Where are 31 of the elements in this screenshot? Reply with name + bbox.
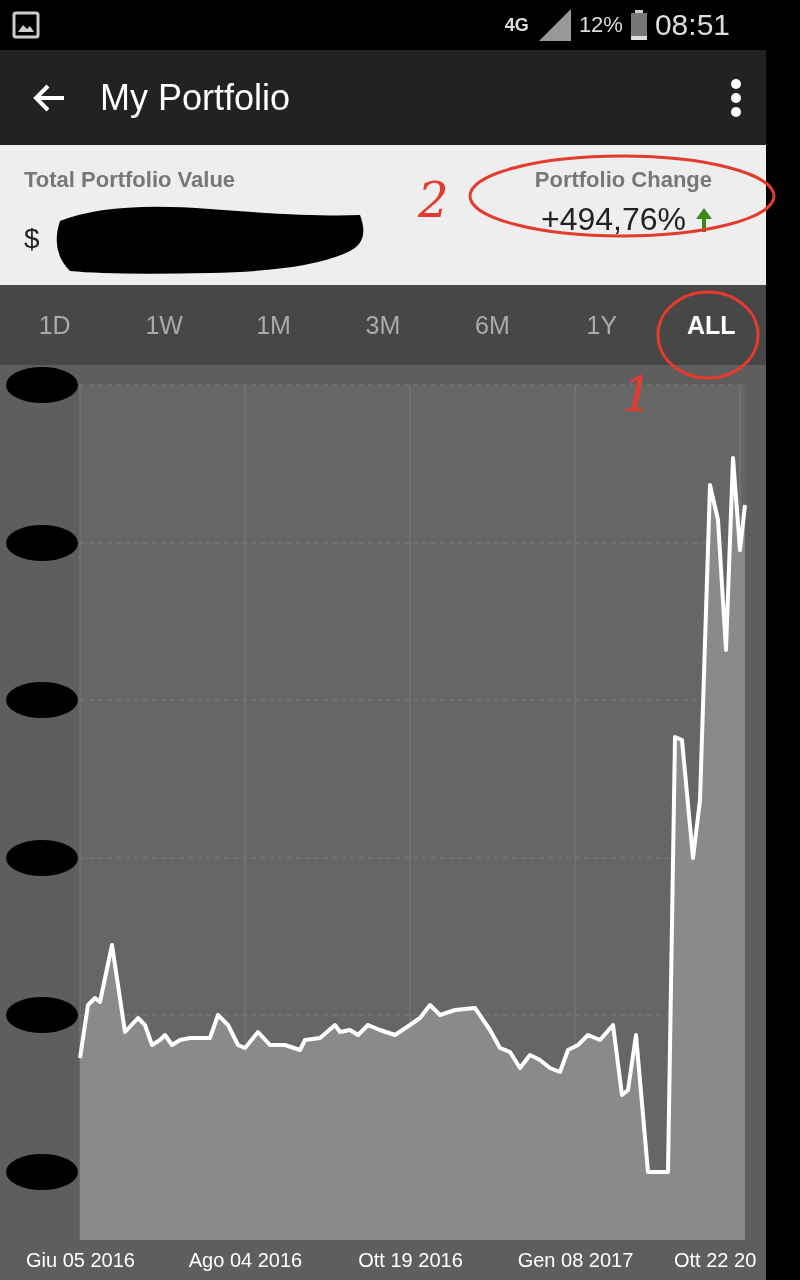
x-axis-label: Gen 08 2017 (516, 1248, 635, 1272)
x-axis-label: Ott 19 2016 (357, 1248, 464, 1272)
redaction-mark (6, 525, 78, 561)
redaction-mark (6, 682, 78, 718)
annotation-number: 2 (418, 176, 449, 224)
redaction-mark (6, 997, 78, 1033)
image-icon (12, 11, 40, 39)
change-value: +494,76% (541, 201, 686, 238)
clock: 08:51 (654, 8, 730, 42)
range-tab[interactable]: 1Y (547, 309, 657, 341)
redaction-mark (6, 840, 78, 876)
screen-title: My Portfolio (100, 76, 292, 119)
range-tab[interactable]: 1W (109, 309, 219, 341)
x-axis-label: Giu 05 2016 (25, 1248, 136, 1272)
redaction-mark (6, 367, 78, 403)
change-label: Portfolio Change (534, 167, 712, 193)
range-tab[interactable]: 1D (0, 309, 110, 341)
network-type: 4G (504, 14, 529, 36)
value-label: Total Portfolio Value (24, 167, 237, 193)
range-tab[interactable]: 6M (437, 309, 548, 341)
annotation-number: 1 (622, 370, 653, 418)
range-tab[interactable]: 3M (328, 309, 438, 341)
range-tab[interactable]: 1M (218, 309, 329, 341)
battery-percent: 12% (578, 12, 623, 38)
up-arrow-icon (696, 207, 712, 232)
x-axis-label: Ott 22 20 (674, 1248, 757, 1272)
battery-icon (630, 10, 647, 40)
x-axis-label: Ago 04 2016 (187, 1248, 304, 1272)
currency-symbol: $ (24, 223, 40, 255)
redaction-mark (6, 1154, 78, 1190)
range-tab[interactable]: ALL (656, 309, 766, 341)
